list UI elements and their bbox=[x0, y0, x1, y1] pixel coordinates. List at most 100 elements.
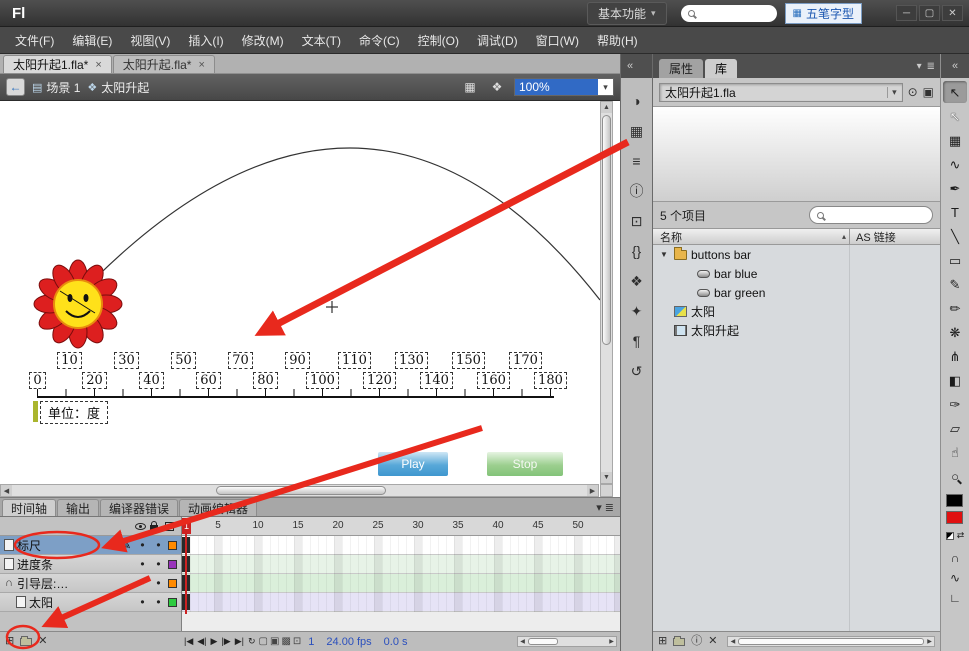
go-to-last-frame-button[interactable]: ▶| bbox=[233, 636, 246, 647]
layer-outline-color[interactable] bbox=[168, 559, 177, 569]
pen-tool[interactable]: ✒ bbox=[943, 177, 967, 199]
scroll-right-icon[interactable]: ▶ bbox=[607, 637, 616, 646]
history-panel-icon[interactable]: ↺ bbox=[624, 359, 650, 383]
chevron-down-icon[interactable] bbox=[598, 82, 613, 93]
show-hide-all-icon[interactable] bbox=[133, 522, 147, 530]
menu-item[interactable]: 控制(O) bbox=[409, 28, 468, 53]
play-button[interactable]: ▶ bbox=[209, 636, 220, 647]
timeline-scroll-thumb[interactable] bbox=[528, 638, 558, 645]
default-colors-icon[interactable] bbox=[945, 531, 954, 540]
layer-visibility-dot[interactable] bbox=[136, 557, 149, 571]
loop-button[interactable]: ↻ bbox=[246, 636, 258, 647]
align-panel-icon[interactable]: ≡ bbox=[624, 149, 650, 173]
outline-all-icon[interactable] bbox=[161, 521, 177, 531]
layer-lock-dot[interactable] bbox=[152, 576, 165, 590]
go-to-first-frame-button[interactable]: |◀ bbox=[182, 636, 195, 647]
scroll-down-icon[interactable]: ▼ bbox=[601, 472, 612, 483]
zoom-value[interactable]: 100% bbox=[515, 79, 598, 95]
library-item-row[interactable]: bar green bbox=[653, 283, 940, 302]
collapse-tools-icon[interactable]: « bbox=[952, 60, 958, 72]
linkage-column-header[interactable]: AS 链接 bbox=[850, 229, 940, 245]
timeline-frame-row[interactable] bbox=[182, 574, 620, 593]
item-properties-button[interactable]: ⓘ bbox=[691, 636, 702, 647]
text-tool[interactable]: T bbox=[943, 201, 967, 223]
lock-all-icon[interactable] bbox=[147, 520, 161, 531]
new-folder-button[interactable] bbox=[673, 635, 686, 646]
layer-outline-color[interactable] bbox=[168, 597, 177, 607]
library-search-input[interactable] bbox=[809, 206, 933, 224]
edit-multiple-frames-icon[interactable]: ▩ bbox=[280, 636, 291, 647]
snap-to-objects-icon[interactable]: ∩ bbox=[951, 551, 960, 565]
rectangle-tool[interactable]: ▭ bbox=[943, 249, 967, 271]
document-tab[interactable]: 太阳升起1.fla* × bbox=[3, 55, 112, 73]
frame-ruler[interactable]: 5 10 15 20 25 30 35 40 45 50 bbox=[182, 517, 620, 536]
timeline-tab[interactable]: 输出 bbox=[57, 499, 100, 516]
new-folder-button[interactable] bbox=[20, 635, 33, 646]
info-panel-icon[interactable]: ⓘ bbox=[624, 179, 650, 203]
menu-item[interactable]: 命令(C) bbox=[350, 28, 409, 53]
scroll-right-icon[interactable]: ▶ bbox=[587, 485, 598, 496]
smooth-icon[interactable]: ∿ bbox=[950, 571, 960, 585]
timeline-tab[interactable]: 时间轴 bbox=[2, 499, 57, 516]
current-frame-value[interactable]: 1 bbox=[308, 636, 314, 648]
library-document-select[interactable]: 太阳升起1.fla bbox=[659, 82, 903, 102]
new-symbol-button[interactable]: ⊞ bbox=[658, 636, 667, 647]
layer-lock-dot[interactable] bbox=[152, 595, 165, 609]
hand-tool[interactable]: ☝ bbox=[943, 441, 967, 463]
panel-menu-icon[interactable]: ≣ bbox=[927, 61, 935, 72]
bone-tool[interactable]: ⋔ bbox=[943, 345, 967, 367]
stage-play-button[interactable]: Play bbox=[378, 452, 448, 476]
motion-presets-panel-icon[interactable]: ✦ bbox=[624, 299, 650, 323]
line-tool[interactable]: ╲ bbox=[943, 225, 967, 247]
timeline-scrollbar[interactable]: ◀ ▶ bbox=[517, 636, 617, 647]
frame-panel[interactable]: 5 10 15 20 25 30 35 40 45 50 1 bbox=[182, 517, 620, 631]
onion-skin-icon[interactable]: ▢ bbox=[258, 636, 269, 647]
subselection-tool[interactable]: ↖ bbox=[943, 105, 967, 127]
layer-visibility-dot[interactable] bbox=[136, 595, 149, 609]
scroll-left-icon[interactable]: ◀ bbox=[1, 485, 12, 496]
scroll-right-icon[interactable]: ▶ bbox=[925, 637, 934, 646]
vertical-scroll-thumb[interactable] bbox=[602, 115, 611, 345]
straighten-icon[interactable]: ∟ bbox=[949, 591, 961, 605]
timeline-tab[interactable]: 动画编辑器 bbox=[179, 499, 258, 516]
minimize-button[interactable]: ─ bbox=[896, 5, 917, 21]
delete-item-button[interactable]: ✕ bbox=[708, 636, 717, 647]
timeline-layer-row[interactable]: 引导层:… bbox=[0, 574, 181, 593]
maximize-button[interactable]: ▢ bbox=[919, 5, 940, 21]
elapsed-time-value[interactable]: 0.0 s bbox=[384, 636, 408, 648]
swap-colors-icon[interactable]: ⇄ bbox=[957, 530, 965, 541]
library-item-row[interactable]: ▼ buttons bar bbox=[653, 245, 940, 264]
brush-tool[interactable]: ✏ bbox=[943, 297, 967, 319]
menu-item[interactable]: 修改(M) bbox=[233, 28, 293, 53]
timeline-layer-row[interactable]: 标尺 bbox=[0, 536, 181, 555]
frame-rate-value[interactable]: 24.00 fps bbox=[326, 636, 371, 648]
breadcrumb-scene[interactable]: ▤ 场景 1 bbox=[32, 79, 80, 96]
library-item-row[interactable]: bar blue bbox=[653, 264, 940, 283]
new-library-panel-icon[interactable]: ▣ bbox=[923, 85, 934, 99]
stage-stop-button[interactable]: Stop bbox=[487, 452, 563, 476]
layer-outline-color[interactable] bbox=[168, 540, 177, 550]
scroll-left-icon[interactable]: ◀ bbox=[728, 637, 737, 646]
library-item-row[interactable]: 太阳 bbox=[653, 302, 940, 321]
tab-close-icon[interactable]: × bbox=[95, 59, 101, 71]
name-column-header[interactable]: 名称 bbox=[653, 229, 849, 245]
scroll-left-icon[interactable]: ◀ bbox=[518, 637, 527, 646]
ime-indicator[interactable]: ▦ 五笔字型 bbox=[784, 2, 862, 24]
edit-scene-button[interactable]: ▦ bbox=[460, 78, 480, 96]
help-search-input[interactable] bbox=[680, 4, 777, 22]
zoom-tool[interactable]: ○ bbox=[943, 465, 967, 487]
workspace-switcher-button[interactable]: 基本功能 bbox=[586, 1, 667, 25]
stage-canvas[interactable]: 10 30 50 70 90 110 130 150 170 0 20 40 60 80 100 120 14… bbox=[0, 101, 620, 497]
lasso-tool[interactable]: ∿ bbox=[943, 153, 967, 175]
panel-tab[interactable]: 属性 bbox=[659, 59, 704, 78]
document-tab[interactable]: 太阳升起.fla* × bbox=[112, 55, 215, 73]
layer-visibility-dot[interactable] bbox=[136, 538, 149, 552]
fill-color-chip[interactable] bbox=[946, 511, 964, 524]
layer-lock-dot[interactable] bbox=[152, 557, 165, 571]
onion-skin-outlines-icon[interactable]: ▣ bbox=[269, 636, 280, 647]
swatches-panel-icon[interactable]: ▦ bbox=[624, 119, 650, 143]
menu-item[interactable]: 编辑(E) bbox=[63, 28, 121, 53]
modify-markers-icon[interactable]: ⊡ bbox=[292, 636, 302, 647]
layer-visibility-dot[interactable] bbox=[136, 576, 149, 590]
close-button[interactable]: ✕ bbox=[942, 5, 963, 21]
